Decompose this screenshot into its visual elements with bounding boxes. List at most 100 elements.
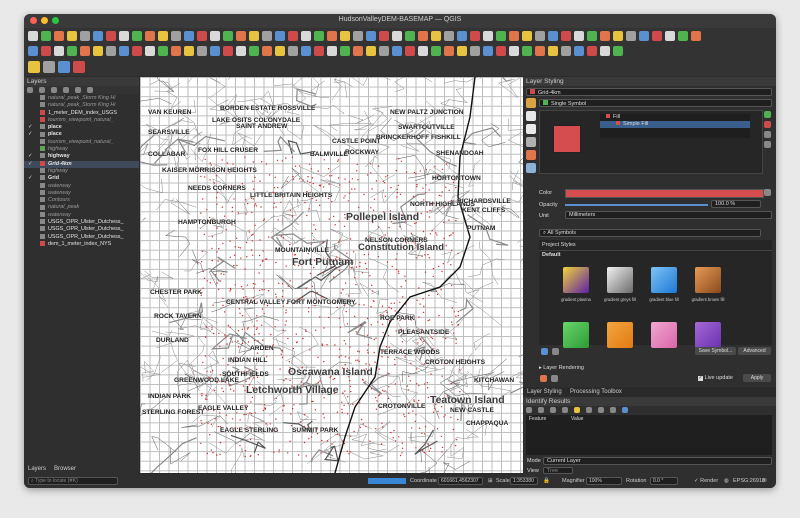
color-button[interactable]	[565, 189, 764, 198]
toolbar-tool-icon[interactable]	[522, 30, 532, 41]
locator-search-input[interactable]: ⌕ Type to locate (⌘K)	[28, 477, 118, 485]
toolbar-tool-icon[interactable]	[470, 30, 480, 41]
toolbar-tool-icon[interactable]	[93, 45, 103, 56]
toolbar-tool-icon[interactable]	[106, 45, 116, 56]
toolbar-tool-icon[interactable]	[80, 30, 90, 41]
toolbar-tool-icon[interactable]	[561, 45, 571, 56]
toolbar-tool-icon[interactable]	[301, 45, 311, 56]
tab-layers[interactable]: Layers	[28, 466, 46, 472]
toolbar-tool-icon[interactable]	[574, 45, 584, 56]
symbol-swatch[interactable]	[563, 267, 589, 293]
add-group-icon[interactable]	[39, 87, 45, 93]
toolbar-tool-icon[interactable]	[210, 30, 220, 41]
toolbar-tool-icon[interactable]	[483, 45, 493, 56]
mode-select[interactable]: Current Layer	[543, 457, 772, 465]
labels-tab-icon[interactable]	[526, 111, 536, 121]
crs-label[interactable]: EPSG:26918	[733, 478, 765, 484]
toolbar-tool-icon[interactable]	[535, 30, 545, 41]
toolbar-tool-icon[interactable]	[678, 30, 688, 41]
expand-all-icon[interactable]	[75, 87, 81, 93]
toolbar-tool-icon[interactable]	[470, 45, 480, 56]
symbol-swatch[interactable]	[695, 322, 721, 348]
3d-view-tab-icon[interactable]	[526, 137, 536, 147]
layer-rendering-toggle[interactable]: ▸ Layer Rendering	[539, 365, 584, 371]
toolbar-tool-icon[interactable]	[652, 30, 662, 41]
toolbar-tool-icon[interactable]	[28, 61, 40, 73]
toolbar-tool-icon[interactable]	[379, 30, 389, 41]
remove-layer-icon[interactable]	[87, 87, 93, 93]
toolbar-tool-icon[interactable]	[314, 45, 324, 56]
filter-icon[interactable]	[63, 87, 69, 93]
toolbar-tool-icon[interactable]	[496, 45, 506, 56]
toolbar-tool-icon[interactable]	[353, 45, 363, 56]
symbol-swatch[interactable]	[607, 267, 633, 293]
toolbar-tool-icon[interactable]	[626, 30, 636, 41]
layer-item[interactable]: highway	[24, 168, 139, 175]
duplicate-icon[interactable]	[764, 141, 771, 148]
layer-item[interactable]: natural_peak	[24, 204, 139, 211]
unit-select[interactable]: Millimeters	[565, 211, 772, 219]
toolbar-tool-icon[interactable]	[457, 45, 467, 56]
layer-item[interactable]: waterway	[24, 183, 139, 190]
toolbar-tool-icon[interactable]	[197, 30, 207, 41]
toolbar-tool-icon[interactable]	[145, 45, 155, 56]
toolbar-tool-icon[interactable]	[67, 30, 77, 41]
tab-browser[interactable]: Browser	[54, 466, 76, 472]
toolbar-tool-icon[interactable]	[119, 45, 129, 56]
toolbar-tool-icon[interactable]	[366, 30, 376, 41]
toolbar-tool-icon[interactable]	[301, 30, 311, 41]
layer-item[interactable]: tourism_viewpoint_natural_	[24, 139, 139, 146]
layer-item[interactable]: 1_meter_DEM_index_USGS	[24, 110, 139, 117]
layer-visibility-checkbox[interactable]: ✓	[28, 175, 34, 182]
crs-globe-icon[interactable]: ◍	[724, 478, 729, 484]
coordinate-field[interactable]: 601661,4562307	[438, 477, 483, 485]
symbol-swatch[interactable]	[695, 267, 721, 293]
data-defined-override-icon[interactable]	[764, 189, 771, 196]
toolbar-tool-icon[interactable]	[43, 61, 55, 73]
layer-item[interactable]: ✓ highway	[24, 153, 139, 160]
symbol-swatch[interactable]	[607, 322, 633, 348]
rotation-field[interactable]: 0.0 °	[650, 477, 678, 485]
layer-item[interactable]: highway	[24, 146, 139, 153]
symbology-tab-icon[interactable]	[526, 98, 536, 108]
layer-item[interactable]: USGS_OPR_Ulster_Dutchess_	[24, 219, 139, 226]
toolbar-tool-icon[interactable]	[509, 45, 519, 56]
toolbar-tool-icon[interactable]	[665, 30, 675, 41]
toolbar-tool-icon[interactable]	[535, 45, 545, 56]
toolbar-tool-icon[interactable]	[431, 45, 441, 56]
add-symbol-layer-icon[interactable]	[764, 111, 771, 118]
toolbar-tool-icon[interactable]	[236, 45, 246, 56]
advanced-button[interactable]: Advanced	[738, 347, 771, 355]
apply-button[interactable]: Apply	[743, 374, 771, 382]
toolbar-tool-icon[interactable]	[314, 30, 324, 41]
toolbar-tool-icon[interactable]	[184, 45, 194, 56]
layer-visibility-checkbox[interactable]: ✓	[28, 124, 34, 131]
layer-item[interactable]: USGS_OPR_Ulster_Dutchess_	[24, 234, 139, 241]
toolbar-tool-icon[interactable]	[223, 30, 233, 41]
opacity-slider[interactable]	[565, 204, 708, 206]
layer-visibility-checkbox[interactable]: ✓	[28, 161, 34, 168]
toolbar-tool-icon[interactable]	[171, 45, 181, 56]
toolbar-tool-icon[interactable]	[73, 61, 85, 73]
toolbar-tool-icon[interactable]	[353, 30, 363, 41]
toolbar-tool-icon[interactable]	[600, 30, 610, 41]
toolbar-tool-icon[interactable]	[444, 45, 454, 56]
symbol-layer-tree[interactable]: Fill Simple Fill	[600, 114, 750, 138]
toolbar-tool-icon[interactable]	[366, 45, 376, 56]
toolbar-tool-icon[interactable]	[210, 45, 220, 56]
identify-settings-icon[interactable]	[610, 407, 616, 413]
diagrams-tab-icon[interactable]	[526, 150, 536, 160]
toolbar-tool-icon[interactable]	[184, 30, 194, 41]
scale-field[interactable]: 1:353380	[510, 477, 538, 485]
clear-results-icon[interactable]	[562, 407, 568, 413]
toolbar-tool-icon[interactable]	[106, 30, 116, 41]
toolbar-tool-icon[interactable]	[548, 30, 558, 41]
toolbar-tool-icon[interactable]	[158, 30, 168, 41]
toolbar-tool-icon[interactable]	[288, 45, 298, 56]
toolbar-tool-icon[interactable]	[613, 45, 623, 56]
toolbar-tool-icon[interactable]	[58, 61, 70, 73]
layer-select[interactable]: Grid-4km	[526, 88, 772, 96]
live-update-checkbox[interactable]: ✓ Live update	[698, 375, 733, 381]
toolbar-tool-icon[interactable]	[132, 30, 142, 41]
messages-icon[interactable]: ✉	[762, 478, 767, 484]
